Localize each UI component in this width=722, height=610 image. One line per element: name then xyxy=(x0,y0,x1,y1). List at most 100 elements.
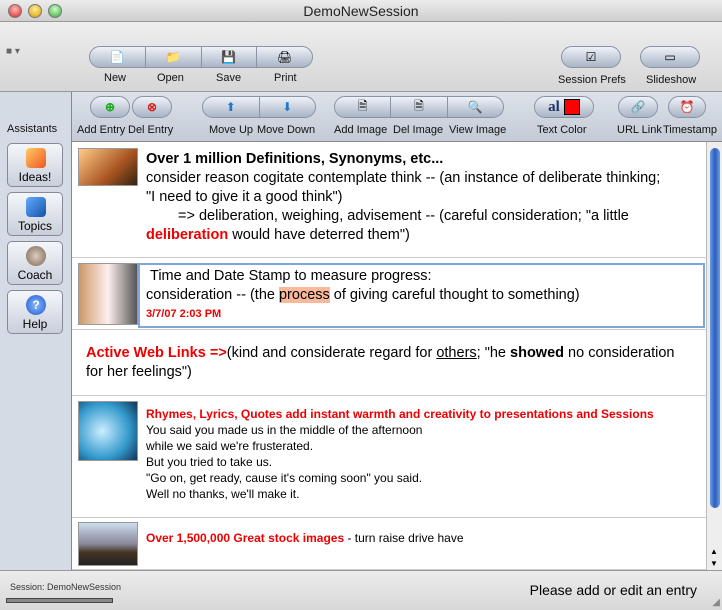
move-button-group: ⬆ ⬇ xyxy=(202,96,316,118)
session-prefs-button[interactable]: ☑ xyxy=(561,46,621,68)
alarm-clock-icon: ⏰ xyxy=(679,100,695,114)
status-bar: Session: DemoNewSession Please add or ed… xyxy=(0,570,722,610)
entry-text: consider reason cogitate contemplate thi… xyxy=(146,170,661,186)
title-bar: DemoNewSession xyxy=(0,0,722,22)
resize-grip-icon[interactable]: ◢ xyxy=(712,597,720,608)
move-down-button[interactable]: ⬇ xyxy=(260,97,316,117)
projector-icon: ▭ xyxy=(664,50,676,64)
close-button[interactable] xyxy=(8,4,22,18)
highlight-word: deliberation xyxy=(146,227,229,243)
url-link-button[interactable]: 🔗 xyxy=(618,96,658,118)
sidebar-item-topics[interactable]: Topics xyxy=(7,192,63,236)
del-entry-button[interactable]: ⊗ xyxy=(132,96,172,118)
text-color-button[interactable]: al xyxy=(534,96,594,118)
entries-list: Over 1 million Definitions, Synonyms, et… xyxy=(72,142,706,570)
view-image-label: View Image xyxy=(449,124,507,136)
add-image-button[interactable]: 🗎 xyxy=(335,97,392,117)
add-image-label: Add Image xyxy=(334,124,388,136)
sidebar-item-ideas[interactable]: Ideas! xyxy=(7,143,63,187)
printer-icon: 🖨 xyxy=(277,50,293,64)
list-item[interactable]: Active Web Links =>(kind and considerate… xyxy=(72,330,706,396)
vertical-scrollbar[interactable]: ▲ ▼ xyxy=(706,142,722,570)
zoom-button[interactable] xyxy=(48,4,62,18)
text-color-label: Text Color xyxy=(537,124,587,136)
checklist-icon: ☑ xyxy=(585,50,597,64)
entry-text: - turn raise drive have xyxy=(344,531,464,545)
list-item[interactable]: Over 1,500,000 Great stock images - turn… xyxy=(72,518,706,570)
print-label: Print xyxy=(274,72,297,84)
arrow-up-icon: ⬆ xyxy=(225,100,236,114)
minimize-button[interactable] xyxy=(28,4,42,18)
assistants-sidebar: Assistants Ideas! Topics Coach ? Help xyxy=(0,92,72,570)
entry-text: for her feelings") xyxy=(86,364,192,380)
web-link[interactable]: others xyxy=(436,345,476,361)
view-image-button[interactable]: 🔍 xyxy=(448,97,503,117)
save-label: Save xyxy=(216,72,242,84)
view-image-icon: 🔍 xyxy=(467,100,483,114)
open-button[interactable]: 📁 xyxy=(146,47,202,67)
entry-image[interactable] xyxy=(78,401,138,461)
status-message: Please add or edit an entry xyxy=(529,582,697,598)
entry-text: (kind and considerate regard for xyxy=(226,345,437,361)
lightning-icon xyxy=(26,148,46,168)
highlight-word: process xyxy=(278,287,330,303)
add-entry-label: Add Entry xyxy=(77,124,126,136)
entry-text: no consideration xyxy=(564,345,675,361)
save-button[interactable]: 💾 xyxy=(202,47,258,67)
entry-heading: Rhymes, Lyrics, Quotes add instant warmt… xyxy=(146,407,654,421)
link-icon: 🔗 xyxy=(630,100,646,114)
move-up-button[interactable]: ⬆ xyxy=(203,97,260,117)
timestamp-label: Timestamp xyxy=(663,124,717,136)
toolbar-menu-icon[interactable]: ■ ▾ xyxy=(6,46,20,57)
scroll-up-arrow-icon[interactable]: ▲ xyxy=(710,547,718,556)
main-toolbar: ■ ▾ 📄 📁 💾 🖨 New Open Save Print ☑ ▭ Sess… xyxy=(0,22,722,92)
session-prefs-label: Session Prefs xyxy=(558,74,626,86)
timestamp-text: 3/7/07 2:03 PM xyxy=(146,308,222,320)
sidebar-item-label: Topics xyxy=(17,219,52,233)
arrow-down-icon: ⬇ xyxy=(282,100,293,114)
entry-text: => deliberation, weighing, advisement --… xyxy=(178,208,629,224)
sidebar-item-help[interactable]: ? Help xyxy=(7,290,63,334)
person-icon xyxy=(26,246,46,266)
file-button-group: 📄 📁 💾 🖨 xyxy=(89,46,313,68)
list-item[interactable]: Rhymes, Lyrics, Quotes add instant warmt… xyxy=(72,396,706,518)
image-button-group: 🗎 🗎 🔍 xyxy=(334,96,504,118)
selected-entry-editor[interactable]: Time and Date Stamp to measure progress:… xyxy=(138,263,705,328)
plus-icon: ⊕ xyxy=(104,100,116,114)
entry-text: ; "he xyxy=(476,345,511,361)
entry-image[interactable] xyxy=(78,148,138,186)
new-doc-icon: 📄 xyxy=(109,50,125,64)
scroll-down-arrow-icon[interactable]: ▼ xyxy=(710,559,718,568)
del-image-icon: 🗎 xyxy=(414,98,424,113)
progress-bar xyxy=(6,598,113,603)
list-item[interactable]: Time and Date Stamp to measure progress:… xyxy=(72,258,706,330)
sidebar-item-coach[interactable]: Coach xyxy=(7,241,63,285)
print-button[interactable]: 🖨 xyxy=(257,47,312,67)
scroll-thumb[interactable] xyxy=(710,148,720,508)
del-image-label: Del Image xyxy=(393,124,444,136)
floppy-icon: 💾 xyxy=(221,50,237,64)
timestamp-button[interactable]: ⏰ xyxy=(668,96,706,118)
del-image-button[interactable]: 🗎 xyxy=(391,97,448,117)
entry-text: But you tried to take us. xyxy=(146,455,273,469)
slideshow-button[interactable]: ▭ xyxy=(640,46,700,68)
sidebar-item-label: Help xyxy=(22,317,48,331)
entry-image[interactable] xyxy=(78,263,138,325)
url-link-label: URL Link xyxy=(617,124,662,136)
entry-text: Well no thanks, we'll make it. xyxy=(146,487,300,501)
open-label: Open xyxy=(157,72,184,84)
entry-heading: Over 1 million Definitions, Synonyms, et… xyxy=(146,151,444,167)
sidebar-title: Assistants xyxy=(7,123,58,135)
new-label: New xyxy=(104,72,127,84)
entry-text: while we said we're frusterated. xyxy=(146,439,314,453)
color-swatch xyxy=(563,99,580,115)
x-icon: ⊗ xyxy=(146,100,158,114)
list-item[interactable]: Over 1 million Definitions, Synonyms, et… xyxy=(72,142,706,258)
sidebar-item-label: Ideas! xyxy=(18,170,52,184)
entry-image[interactable] xyxy=(78,522,138,566)
bold-word: showed xyxy=(510,345,565,361)
new-button[interactable]: 📄 xyxy=(90,47,146,67)
entry-text: "I need to give it a good think") xyxy=(146,189,343,205)
cubes-icon xyxy=(26,197,46,217)
add-entry-button[interactable]: ⊕ xyxy=(90,96,130,118)
